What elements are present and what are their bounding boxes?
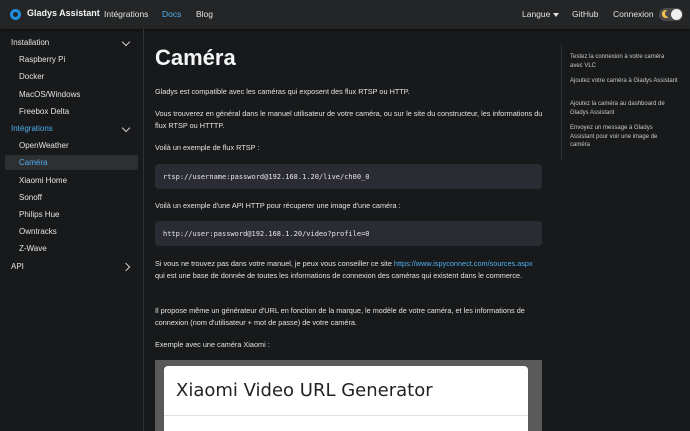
gladys-logo-icon[interactable] — [10, 9, 21, 20]
nav-link-login[interactable]: Connexion — [613, 9, 654, 19]
theme-toggle[interactable] — [659, 8, 683, 21]
sidebar-item-label: Intégrations — [11, 124, 53, 133]
page-title: Caméra — [155, 45, 236, 70]
sidebar-item-owntracks[interactable]: Owntracks — [5, 224, 138, 239]
sidebar-item-macos-windows[interactable]: MacOS/Windows — [5, 87, 138, 102]
nav-link-integrations[interactable]: Intégrations — [104, 9, 148, 19]
nav-link-docs[interactable]: Docs — [162, 9, 181, 19]
toc-item-message[interactable]: Envoyez un message à Gladys Assistant po… — [570, 124, 678, 150]
brand-name[interactable]: Gladys Assistant — [27, 8, 100, 18]
sidebar-category-installation[interactable]: Installation — [5, 35, 138, 50]
moon-icon — [662, 10, 672, 18]
chevron-right-icon[interactable] — [121, 262, 131, 271]
sidebar-item-openweather[interactable]: OpenWeather — [5, 138, 138, 153]
docs-sidebar: Installation Raspberry Pi Docker MacOS/W… — [0, 29, 144, 431]
screenshot-title: Xiaomi Video URL Generator — [176, 380, 433, 401]
xiaomi-example-label: Exemple avec une caméra Xiaomi : — [155, 340, 270, 349]
sidebar-item-z-wave[interactable]: Z-Wave — [5, 241, 138, 256]
sidebar-item-sonoff[interactable]: Sonoff — [5, 190, 138, 205]
sidebar-item-camera[interactable]: Caméra — [5, 155, 138, 170]
generator-paragraph: Il propose même un générateur d'URL en f… — [155, 306, 525, 327]
divider — [164, 415, 528, 416]
sidebar-item-xiaomi-home[interactable]: Xiaomi Home — [5, 173, 138, 188]
sidebar-item-raspberry-pi[interactable]: Raspberry Pi — [5, 52, 138, 67]
toc-item-vlc-test[interactable]: Testez la connexion à votre caméra avec … — [570, 53, 678, 70]
chevron-down-icon[interactable] — [121, 123, 131, 133]
xiaomi-generator-screenshot: Xiaomi Video URL Generator — [155, 360, 542, 431]
sidebar-category-integrations[interactable]: Intégrations — [5, 121, 138, 136]
sidebar-item-label: Installation — [11, 38, 50, 47]
sidebar-category-api[interactable]: API — [5, 259, 138, 274]
rtsp-example-label: Voilà un exemple de flux RTSP : — [155, 143, 260, 152]
http-example-label: Voilà un exemple d'une API HTTP pour réc… — [155, 201, 401, 210]
toc-item-dashboard[interactable]: Ajoutez la caméra au dashboard de Gladys… — [570, 100, 678, 117]
sidebar-item-freebox-delta[interactable]: Freebox Delta — [5, 104, 138, 119]
manual-paragraph: Vous trouverez en général dans le manuel… — [155, 109, 543, 130]
ispy-link[interactable]: https://www.ispyconnect.com/sources.aspx — [394, 259, 533, 268]
language-label: Langue — [522, 9, 551, 19]
toc-item-add-camera[interactable]: Ajoutez votre caméra à Gladys Assistant — [570, 77, 678, 86]
toggle-knob — [671, 9, 682, 20]
sidebar-item-docker[interactable]: Docker — [5, 69, 138, 84]
nav-link-github[interactable]: GitHub — [572, 9, 598, 19]
ispy-text-after: qui est une base de donnée de toutes les… — [155, 271, 523, 280]
ispy-text-before: Si vous ne trouvez pas dans votre manuel… — [155, 259, 394, 268]
intro-paragraph: Gladys est compatible avec les caméras q… — [155, 87, 410, 96]
screenshot-card: Xiaomi Video URL Generator — [164, 366, 528, 431]
sidebar-item-label: API — [11, 262, 24, 271]
caret-down-icon — [553, 12, 560, 17]
nav-link-blog[interactable]: Blog — [196, 9, 213, 19]
code-block-http[interactable]: http://user:password@192.168.1.20/video?… — [155, 221, 542, 246]
top-navbar: Gladys Assistant Intégrations Docs Blog … — [0, 0, 690, 29]
chevron-down-icon[interactable] — [121, 37, 131, 47]
sidebar-item-philips-hue[interactable]: Philips Hue — [5, 207, 138, 222]
code-block-rtsp[interactable]: rtsp://username:password@192.168.1.20/li… — [155, 164, 542, 189]
ispy-paragraph: Si vous ne trouvez pas dans votre manuel… — [155, 258, 543, 282]
language-dropdown[interactable]: Langue — [522, 9, 560, 19]
table-of-contents: Testez la connexion à votre caméra avec … — [561, 45, 683, 160]
